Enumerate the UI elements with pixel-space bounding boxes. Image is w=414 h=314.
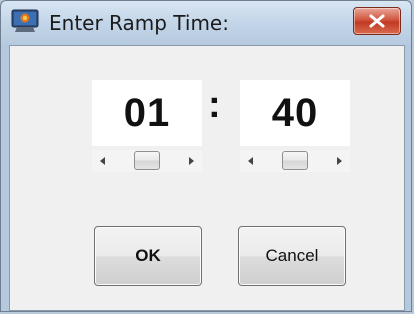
minutes-scroll-left-arrow-icon[interactable] [240, 150, 262, 172]
minutes-scrollbar[interactable] [240, 150, 350, 172]
cancel-button[interactable]: Cancel [238, 226, 346, 286]
close-button[interactable] [353, 7, 401, 35]
app-icon [11, 9, 39, 33]
minutes-display: 40 [240, 80, 350, 146]
dialog-window: Enter Ramp Time: 01 : 40 OK Cancel [0, 0, 412, 312]
close-icon [369, 14, 385, 28]
hours-scrollbar[interactable] [92, 150, 202, 172]
title-bar[interactable]: Enter Ramp Time: [1, 1, 411, 43]
minutes-scroll-right-arrow-icon[interactable] [328, 150, 350, 172]
hours-scroll-left-arrow-icon[interactable] [92, 150, 114, 172]
ok-button[interactable]: OK [94, 226, 202, 286]
hours-scroll-thumb[interactable] [134, 151, 160, 170]
hours-scroll-right-arrow-icon[interactable] [180, 150, 202, 172]
window-title: Enter Ramp Time: [49, 11, 229, 35]
dialog-content: 01 : 40 OK Cancel [9, 45, 405, 311]
hours-display: 01 [92, 80, 202, 146]
time-separator: : [208, 84, 221, 126]
minutes-scroll-thumb[interactable] [282, 151, 308, 170]
